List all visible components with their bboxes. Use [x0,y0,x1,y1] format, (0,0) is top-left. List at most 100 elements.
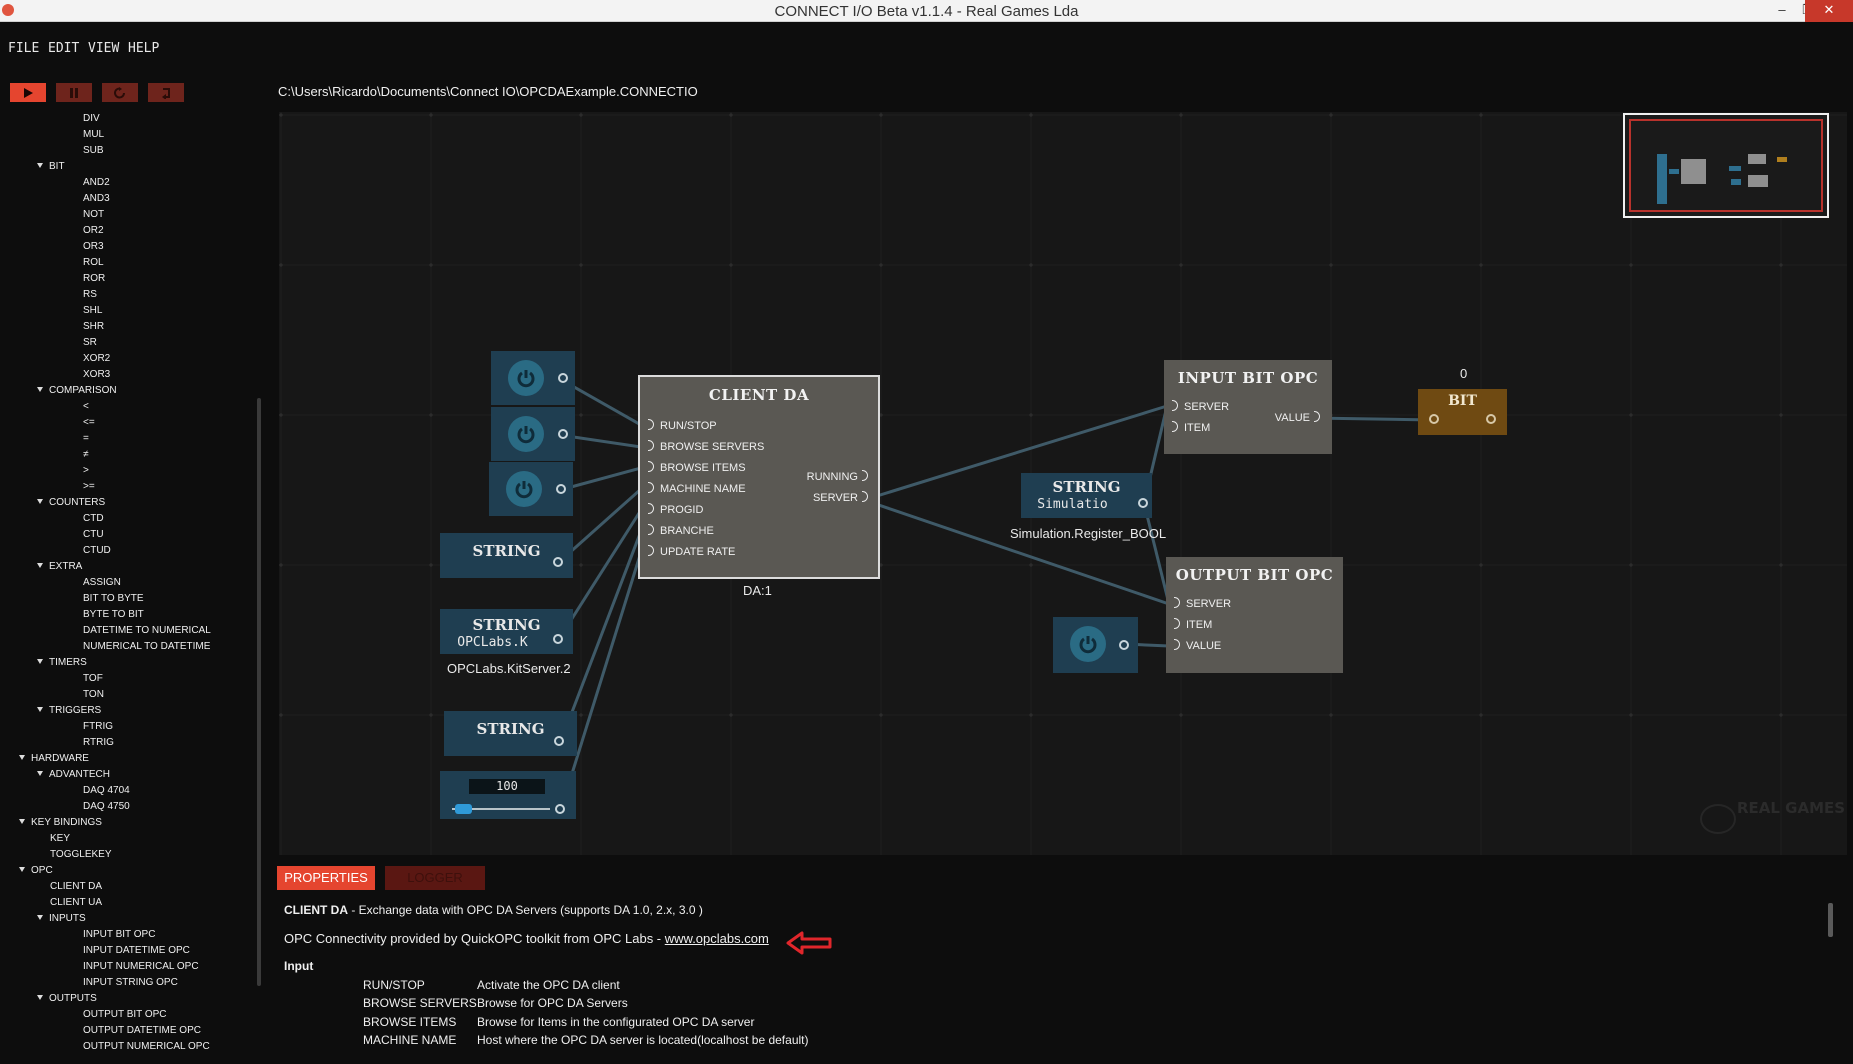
expand-arrow-icon[interactable] [37,658,43,664]
tree-item[interactable]: BIT TO BYTE [83,593,144,604]
tree-item[interactable]: XOR2 [83,353,110,364]
tree-item[interactable]: INPUT STRING OPC [83,977,178,988]
tree-item[interactable]: SHR [83,321,104,332]
play-button[interactable] [10,83,46,102]
tree-item[interactable]: OR2 [83,225,104,236]
tree-item[interactable]: DAQ 4704 [83,785,130,796]
input-port-server[interactable]: SERVER [1174,597,1231,610]
tree-item[interactable]: OR3 [83,241,104,252]
tree-item[interactable]: TOF [83,673,103,684]
tree-item[interactable]: NOT [83,209,104,220]
tree-item[interactable]: RTRIG [83,737,114,748]
tree-item[interactable]: < [83,401,89,412]
tree-item[interactable]: COMPARISON [37,385,117,396]
toggle-node-output-value[interactable] [1053,617,1138,673]
string-node-3[interactable]: STRING [444,711,577,756]
slider-node[interactable]: 100 [440,771,576,819]
tree-item[interactable]: OUTPUTS [37,993,97,1004]
output-port[interactable] [1486,414,1496,424]
tree-item[interactable]: = [83,433,89,444]
expand-arrow-icon[interactable] [37,994,43,1000]
tree-item[interactable]: TOGGLEKEY [50,849,112,860]
output-port[interactable] [554,736,564,746]
tree-item[interactable]: <= [83,417,95,428]
tree-item[interactable]: TIMERS [37,657,87,668]
tree-item[interactable]: INPUT NUMERICAL OPC [83,961,199,972]
output-port[interactable] [555,804,565,814]
tree-item[interactable]: NUMERICAL TO DATETIME [83,641,210,652]
tree-item[interactable]: ASSIGN [83,577,121,588]
toggle-node-run[interactable] [491,351,575,405]
tree-item[interactable]: RS [83,289,97,300]
tab-properties[interactable]: PROPERTIES [277,866,375,890]
input-port[interactable] [1429,414,1439,424]
tree-item[interactable]: INPUT DATETIME OPC [83,945,190,956]
expand-arrow-icon[interactable] [37,498,43,504]
input-port-run-stop[interactable]: RUN/STOP [648,419,717,432]
tree-item[interactable]: TRIGGERS [37,705,101,716]
tree-item[interactable]: COUNTERS [37,497,105,508]
output-port[interactable] [556,484,566,494]
opclabs-link[interactable]: www.opclabs.com [665,931,769,946]
tree-item[interactable]: ROL [83,257,104,268]
tree-item[interactable]: KEY BINDINGS [19,817,102,828]
input-port-progid[interactable]: PROGID [648,503,703,516]
output-port-value[interactable]: VALUE [1275,411,1320,424]
toggle-node-browse-servers[interactable] [491,407,575,461]
output-port[interactable] [1119,640,1129,650]
input-port-browse-items[interactable]: BROWSE ITEMS [648,461,746,474]
string-node-2[interactable]: STRING OPCLabs.K [440,609,573,654]
input-port-item[interactable]: ITEM [1172,421,1210,434]
expand-arrow-icon[interactable] [37,770,43,776]
tree-item[interactable]: AND3 [83,193,110,204]
tree-item[interactable]: AND2 [83,177,110,188]
reset-button[interactable] [102,83,138,102]
tree-item[interactable]: INPUTS [37,913,86,924]
menu-view[interactable]: VIEW [88,41,119,56]
tree-item[interactable]: > [83,465,89,476]
tree-item[interactable]: FTRIG [83,721,113,732]
menu-edit[interactable]: EDIT [48,41,79,56]
tree-item[interactable]: DIV [83,113,100,124]
tab-logger[interactable]: LOGGER [385,866,485,890]
tree-item[interactable]: XOR3 [83,369,110,380]
expand-arrow-icon[interactable] [19,866,25,872]
input-port-value[interactable]: VALUE [1174,639,1221,652]
tree-item[interactable]: CTD [83,513,104,524]
minimize-button[interactable]: – [1770,0,1794,22]
tree-item[interactable]: CTU [83,529,104,540]
tree-item[interactable]: CLIENT UA [50,897,102,908]
input-port-machine-name[interactable]: MACHINE NAME [648,482,746,495]
output-port[interactable] [1138,498,1148,508]
tree-item[interactable]: ROR [83,273,105,284]
output-port[interactable] [553,634,563,644]
expand-arrow-icon[interactable] [37,914,43,920]
tree-item[interactable]: OPC [19,865,53,876]
input-port-browse-servers[interactable]: BROWSE SERVERS [648,440,764,453]
minimap-viewport[interactable] [1629,119,1823,212]
slider-value[interactable]: 100 [469,779,545,794]
tree-item[interactable]: TON [83,689,104,700]
input-port-branche[interactable]: BRANCHE [648,524,714,537]
input-port-item[interactable]: ITEM [1174,618,1212,631]
tree-item[interactable]: OUTPUT BIT OPC [83,1009,167,1020]
output-port[interactable] [558,373,568,383]
slider-thumb[interactable] [455,804,473,814]
tree-item[interactable]: >= [83,481,95,492]
output-bit-opc-node[interactable]: OUTPUT BIT OPC SERVER ITEM VALUE [1166,557,1343,673]
tree-item[interactable]: BYTE TO BIT [83,609,144,620]
tree-item[interactable]: KEY [50,833,70,844]
expand-arrow-icon[interactable] [19,754,25,760]
client-da-node[interactable]: CLIENT DA RUN/STOP BROWSE SERVERS BROWSE… [638,375,880,579]
pause-button[interactable] [56,83,92,102]
tree-item[interactable]: DAQ 4750 [83,801,130,812]
expand-arrow-icon[interactable] [37,562,43,568]
menu-file[interactable]: FILE [8,41,39,56]
tree-item[interactable]: HARDWARE [19,753,89,764]
output-port[interactable] [553,557,563,567]
tree-item[interactable]: BIT [37,161,65,172]
node-canvas[interactable]: STRING STRING OPCLabs.K OPCLabs.KitServe… [279,112,1847,855]
tree-item[interactable]: DATETIME TO NUMERICAL [83,625,211,636]
step-button[interactable] [148,83,184,102]
expand-arrow-icon[interactable] [19,818,25,824]
